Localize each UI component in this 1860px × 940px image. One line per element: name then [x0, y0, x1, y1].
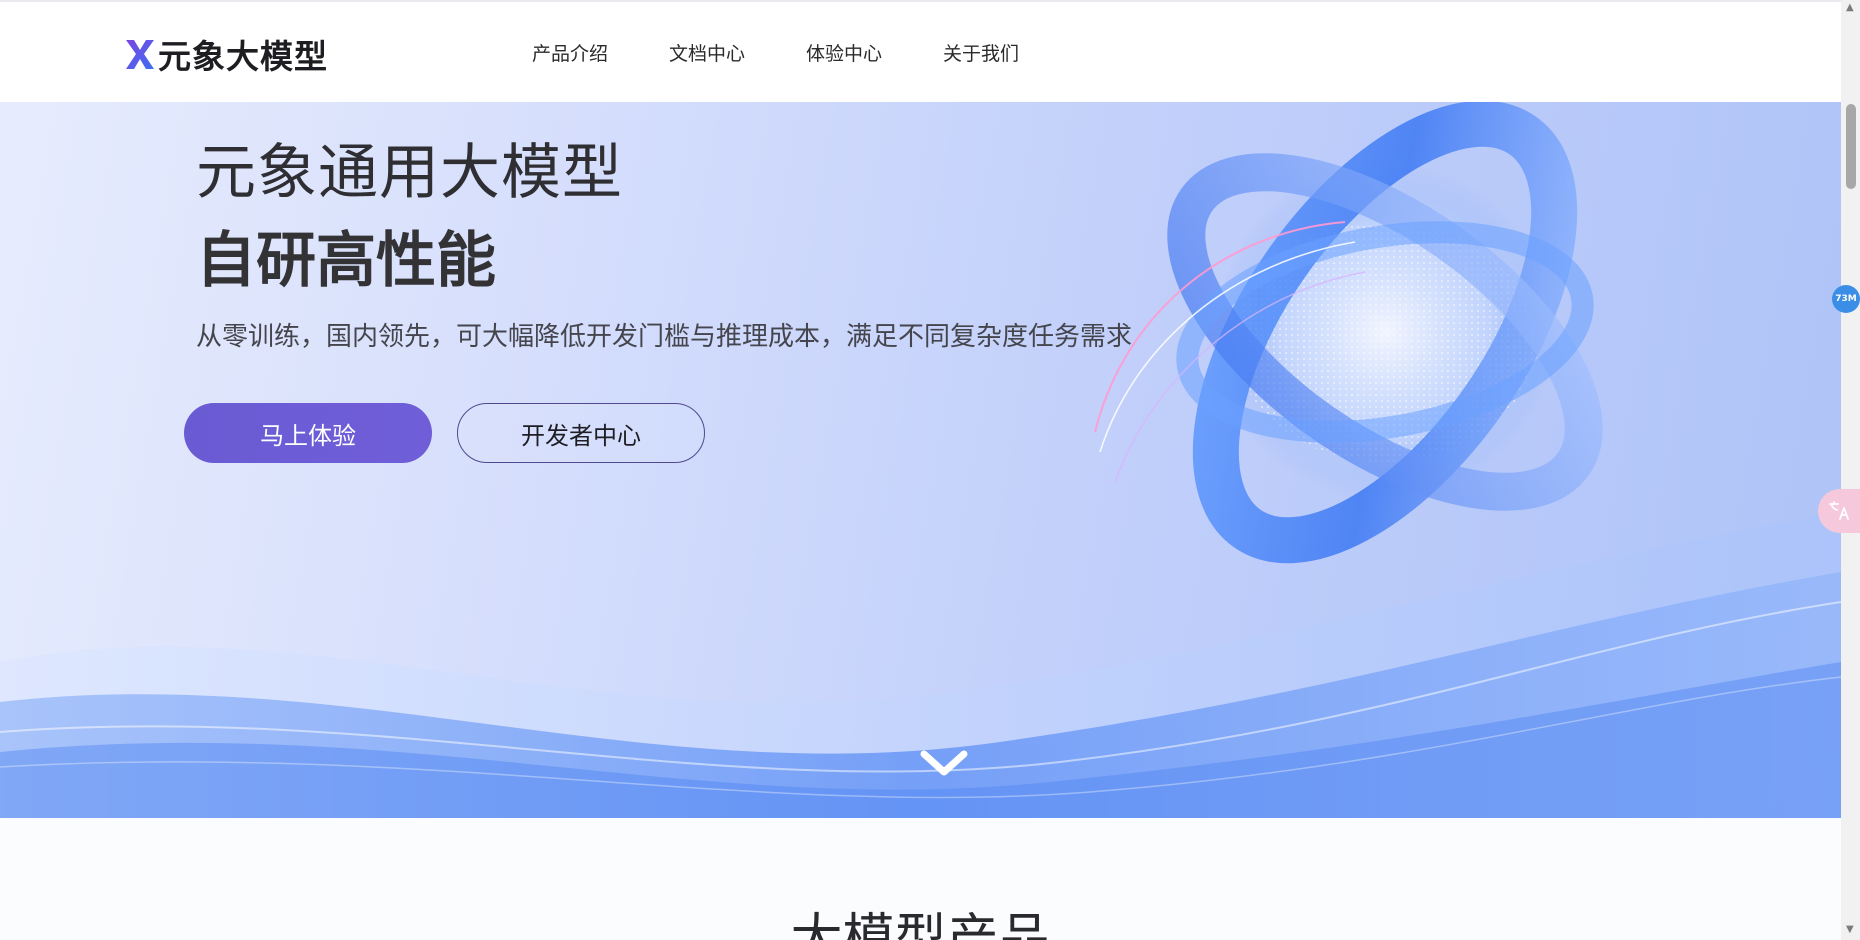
nav-item-about[interactable]: 关于我们	[943, 39, 1019, 66]
hero-title: 元象通用大模型	[196, 138, 623, 208]
hero-banner: 元象通用大模型 自研高性能 从零训练，国内领先，可大幅降低开发门槛与推理成本，满…	[0, 102, 1841, 818]
nav-item-products[interactable]: 产品介绍	[532, 39, 608, 66]
developer-center-button[interactable]: 开发者中心	[457, 403, 705, 463]
try-now-button[interactable]: 马上体验	[184, 403, 432, 463]
main-nav: 产品介绍 文档中心 体验中心 关于我们	[532, 39, 1080, 66]
chevron-down-icon[interactable]	[918, 746, 970, 780]
scrollbar-thumb[interactable]	[1846, 104, 1856, 189]
nav-item-playground[interactable]: 体验中心	[806, 39, 882, 66]
floating-badge[interactable]: 73M	[1832, 285, 1860, 313]
scroll-down-arrow-icon[interactable]: ▼	[1846, 924, 1854, 935]
x-logo-icon	[126, 40, 154, 69]
top-navbar: 元象大模型 产品介绍 文档中心 体验中心 关于我们	[0, 0, 1841, 102]
nav-item-docs[interactable]: 文档中心	[669, 39, 745, 66]
page: 元象大模型 产品介绍 文档中心 体验中心 关于我们 元象通用大模型 自研高性能 …	[0, 0, 1841, 940]
page-scrollbar[interactable]: ▲ ▼	[1841, 0, 1860, 940]
hero-description: 从零训练，国内领先，可大幅降低开发门槛与推理成本，满足不同复杂度任务需求	[196, 322, 1133, 352]
hero-subtitle: 自研高性能	[196, 226, 496, 296]
scroll-up-arrow-icon[interactable]: ▲	[1846, 2, 1854, 13]
logo[interactable]: 元象大模型	[124, 32, 328, 76]
translate-widget[interactable]	[1818, 489, 1860, 533]
translate-icon	[1829, 501, 1849, 520]
logo-text: 元象大模型	[158, 37, 328, 76]
section-title: 大模型产品	[790, 909, 1051, 940]
